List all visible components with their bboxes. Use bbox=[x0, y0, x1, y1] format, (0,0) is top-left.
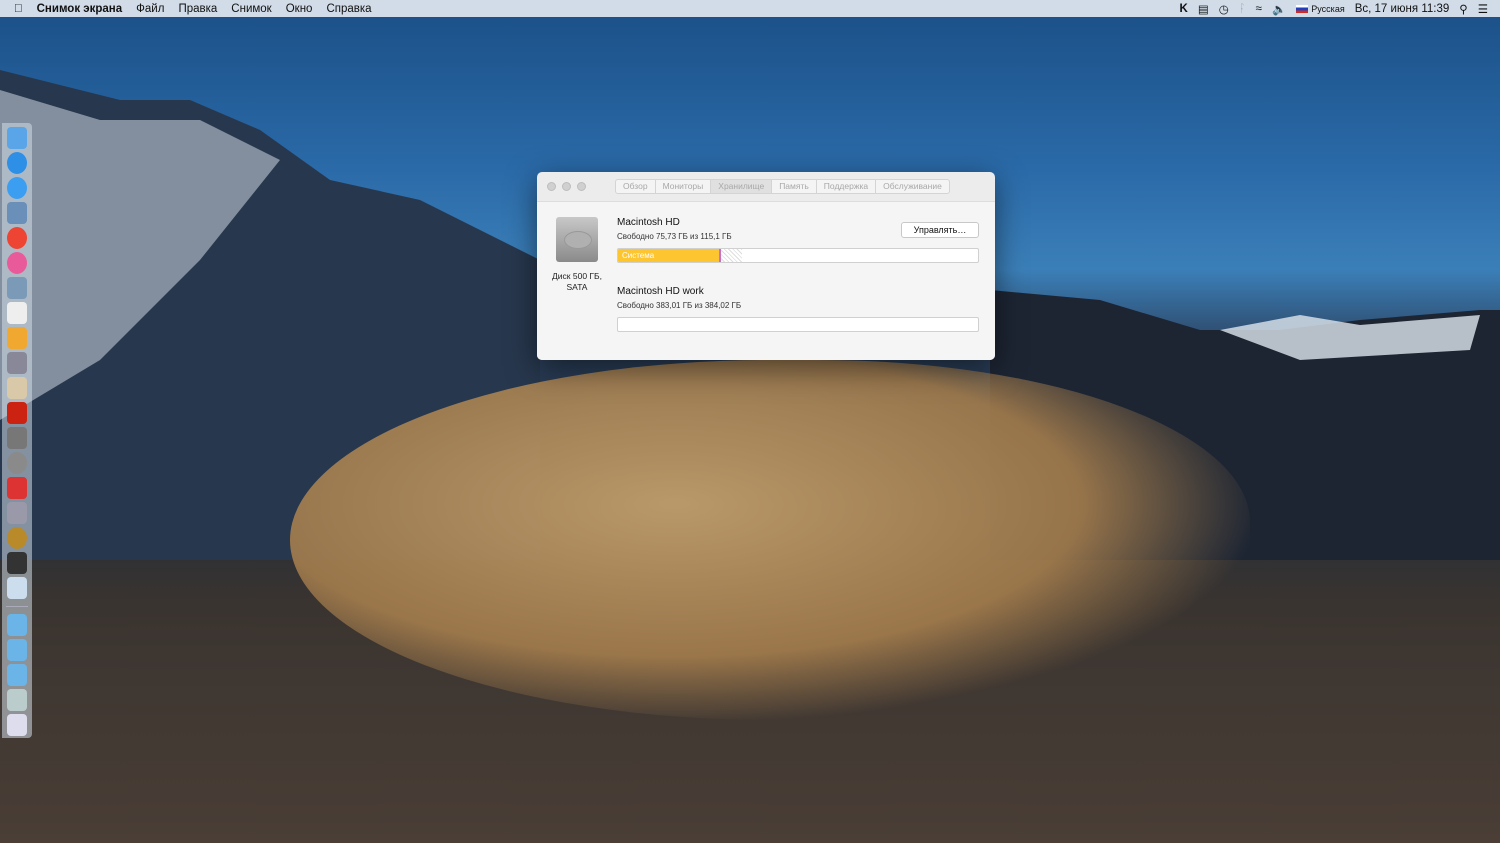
storage-panel: Диск 500 ГБ, SATA Macintosh HD Свободно … bbox=[537, 201, 995, 360]
menu-bar:  Снимок экрана Файл Правка Снимок Окно … bbox=[0, 0, 1500, 17]
volume-free: Свободно 75,73 ГБ из 115,1 ГБ bbox=[617, 232, 732, 241]
dock bbox=[2, 123, 32, 738]
spotlight-icon[interactable]: ⚲ bbox=[1459, 2, 1467, 16]
bluetooth-icon[interactable]: ᛛ bbox=[1239, 3, 1246, 15]
tab-bar: Обзор Мониторы Хранилище Память Поддержк… bbox=[615, 179, 950, 194]
hard-disk-icon bbox=[556, 217, 598, 262]
pages-icon[interactable] bbox=[7, 327, 27, 349]
russia-flag-icon bbox=[1296, 5, 1309, 14]
close-button[interactable] bbox=[547, 182, 556, 191]
menu-window[interactable]: Окно bbox=[279, 3, 320, 15]
input-source[interactable]: Русская bbox=[1296, 3, 1345, 14]
menu-file[interactable]: Файл bbox=[129, 3, 171, 15]
apple-icon[interactable]:  bbox=[0, 3, 30, 15]
volume-name: Macintosh HD bbox=[617, 217, 680, 228]
k-app-icon[interactable]: K bbox=[1180, 3, 1188, 15]
script-editor-icon[interactable] bbox=[7, 352, 27, 374]
menu-capture[interactable]: Снимок bbox=[224, 3, 278, 15]
disk-utility-icon[interactable] bbox=[7, 502, 27, 524]
activity-monitor-icon[interactable] bbox=[7, 552, 27, 574]
time-machine-icon[interactable]: ◷ bbox=[1219, 2, 1229, 16]
volume-free: Свободно 383,01 ГБ из 384,02 ГБ bbox=[617, 301, 742, 310]
volume-icon[interactable]: 🔈 bbox=[1272, 2, 1286, 16]
notification-center-icon[interactable]: ☰ bbox=[1478, 2, 1488, 16]
clock[interactable]: Вс, 17 июня 11:39 bbox=[1355, 3, 1450, 15]
display-icon[interactable]: ▤ bbox=[1198, 2, 1209, 16]
zoom-button[interactable] bbox=[577, 182, 586, 191]
volume-name: Macintosh HD work bbox=[617, 286, 704, 297]
image-capture-icon[interactable] bbox=[7, 277, 27, 299]
manage-button[interactable]: Управлять… bbox=[901, 222, 979, 238]
tab-support[interactable]: Поддержка bbox=[817, 180, 877, 193]
textedit-icon[interactable] bbox=[7, 302, 27, 324]
finder-icon[interactable] bbox=[7, 127, 27, 149]
wallpaper-snow-leopard bbox=[290, 360, 1250, 720]
storage-segment-purgeable[interactable] bbox=[720, 249, 742, 262]
menu-app[interactable]: Снимок экрана bbox=[30, 3, 130, 15]
desktop-stack-icon[interactable] bbox=[7, 689, 27, 711]
dictionary-icon[interactable] bbox=[7, 377, 27, 399]
input-source-label: Русская bbox=[1311, 3, 1345, 14]
screenshot-icon[interactable] bbox=[7, 577, 27, 599]
safari-icon[interactable] bbox=[7, 177, 27, 199]
about-this-mac-window: Обзор Мониторы Хранилище Память Поддержк… bbox=[537, 172, 995, 360]
wifi-icon[interactable]: ≈ bbox=[1256, 3, 1262, 15]
preview-icon[interactable] bbox=[7, 202, 27, 224]
dock-separator bbox=[6, 606, 28, 607]
menu-help[interactable]: Справка bbox=[319, 3, 378, 15]
menu-edit[interactable]: Правка bbox=[171, 3, 224, 15]
yandex-browser-icon[interactable] bbox=[7, 227, 27, 249]
disk-label: Диск 500 ГБ, SATA bbox=[552, 271, 602, 292]
tab-displays[interactable]: Мониторы bbox=[656, 180, 712, 193]
tab-overview[interactable]: Обзор bbox=[616, 180, 656, 193]
utility-icon[interactable] bbox=[7, 427, 27, 449]
documents-folder-icon[interactable] bbox=[7, 639, 27, 661]
compass-app-icon[interactable] bbox=[7, 527, 27, 549]
tab-storage[interactable]: Хранилище bbox=[711, 180, 773, 193]
storage-bar: Система bbox=[617, 248, 979, 263]
acrobat-icon[interactable] bbox=[7, 402, 27, 424]
storage-segment-system[interactable]: Система bbox=[618, 249, 719, 262]
system-preferences-icon[interactable] bbox=[7, 452, 27, 474]
app-icon[interactable] bbox=[7, 477, 27, 499]
tab-service[interactable]: Обслуживание bbox=[876, 180, 949, 193]
tab-memory[interactable]: Память bbox=[772, 180, 817, 193]
minimize-button[interactable] bbox=[562, 182, 571, 191]
app-store-icon[interactable] bbox=[7, 152, 27, 174]
trash-icon[interactable] bbox=[7, 714, 27, 736]
applications-folder-icon[interactable] bbox=[7, 614, 27, 636]
storage-bar bbox=[617, 317, 979, 332]
downloads-folder-icon[interactable] bbox=[7, 664, 27, 686]
itunes-icon[interactable] bbox=[7, 252, 27, 274]
